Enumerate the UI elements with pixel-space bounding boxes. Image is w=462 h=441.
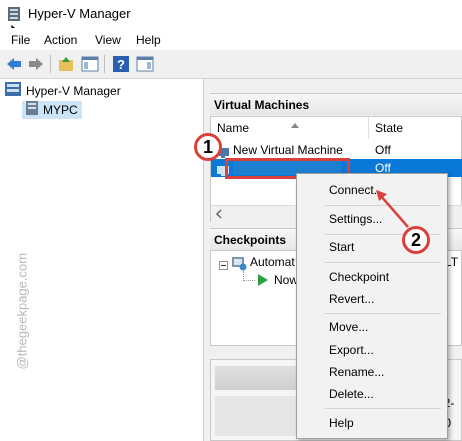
forward-arrow-icon[interactable] — [27, 55, 45, 73]
details-header-blurred — [215, 366, 301, 390]
tree-root-hyper-v-manager[interactable]: Hyper-V Manager — [5, 82, 121, 100]
show-hide-action-pane-icon[interactable] — [136, 55, 154, 73]
tree-host-label: MYPC — [43, 103, 78, 117]
watermark-text: @thegeekpage.com — [14, 252, 30, 370]
annotation-arrow-icon — [370, 185, 414, 234]
window-title: Hyper-V Manager — [28, 6, 131, 21]
menu-item-start[interactable]: Start — [329, 237, 354, 257]
checkpoint-now-label[interactable]: Now — [274, 273, 298, 287]
vm-row[interactable]: New Virtual Machine Off — [211, 141, 462, 159]
hyper-v-manager-icon — [5, 82, 21, 101]
svg-text:?: ? — [117, 57, 125, 72]
checkpoint-label[interactable]: Automat — [250, 255, 295, 269]
menu-item-checkpoint[interactable]: Checkpoint — [329, 267, 389, 287]
menu-item-revert[interactable]: Revert... — [329, 289, 374, 309]
vm-state: Off — [375, 143, 391, 157]
vm-name: New Virtual Machine — [233, 143, 343, 157]
tree-connector — [243, 280, 255, 282]
column-header-state[interactable]: State — [369, 117, 462, 139]
menu-separator — [325, 313, 441, 314]
menu-help[interactable]: Help — [136, 33, 161, 47]
sort-up-icon — [291, 117, 299, 131]
menu-bar: File Action View Help — [0, 28, 462, 50]
server-icon — [25, 101, 39, 120]
menu-view[interactable]: View — [95, 33, 121, 47]
virtual-machines-header: Virtual Machines — [210, 93, 462, 115]
step-1-badge: 1 — [194, 133, 222, 161]
menu-file[interactable]: File — [11, 33, 30, 47]
up-folder-icon[interactable] — [57, 55, 75, 73]
column-header-name[interactable]: Name — [211, 117, 369, 139]
hyper-v-app-icon — [8, 7, 20, 21]
now-play-icon — [258, 274, 268, 289]
menu-item-help[interactable]: Help — [329, 413, 354, 433]
collapse-icon[interactable] — [219, 259, 228, 273]
details-thumbnail — [215, 396, 301, 436]
toolbar: ? — [0, 50, 462, 79]
back-arrow-icon[interactable] — [5, 55, 23, 73]
show-hide-console-tree-icon[interactable] — [81, 55, 99, 73]
menu-item-delete[interactable]: Delete... — [329, 384, 374, 404]
console-tree: Hyper-V Manager MYPC — [0, 79, 204, 441]
scroll-left-icon[interactable] — [215, 208, 223, 222]
menu-separator — [325, 262, 441, 263]
help-icon[interactable]: ? — [112, 55, 130, 73]
tree-item-mypc[interactable]: MYPC — [22, 101, 82, 119]
menu-item-export[interactable]: Export... — [329, 340, 374, 360]
menu-item-rename[interactable]: Rename... — [329, 362, 384, 382]
menu-item-move[interactable]: Move... — [329, 317, 368, 337]
title-bar: Hyper-V Manager — [0, 0, 462, 39]
menu-separator — [325, 408, 441, 409]
tree-root-label: Hyper-V Manager — [26, 84, 121, 98]
menu-action[interactable]: Action — [44, 33, 77, 47]
